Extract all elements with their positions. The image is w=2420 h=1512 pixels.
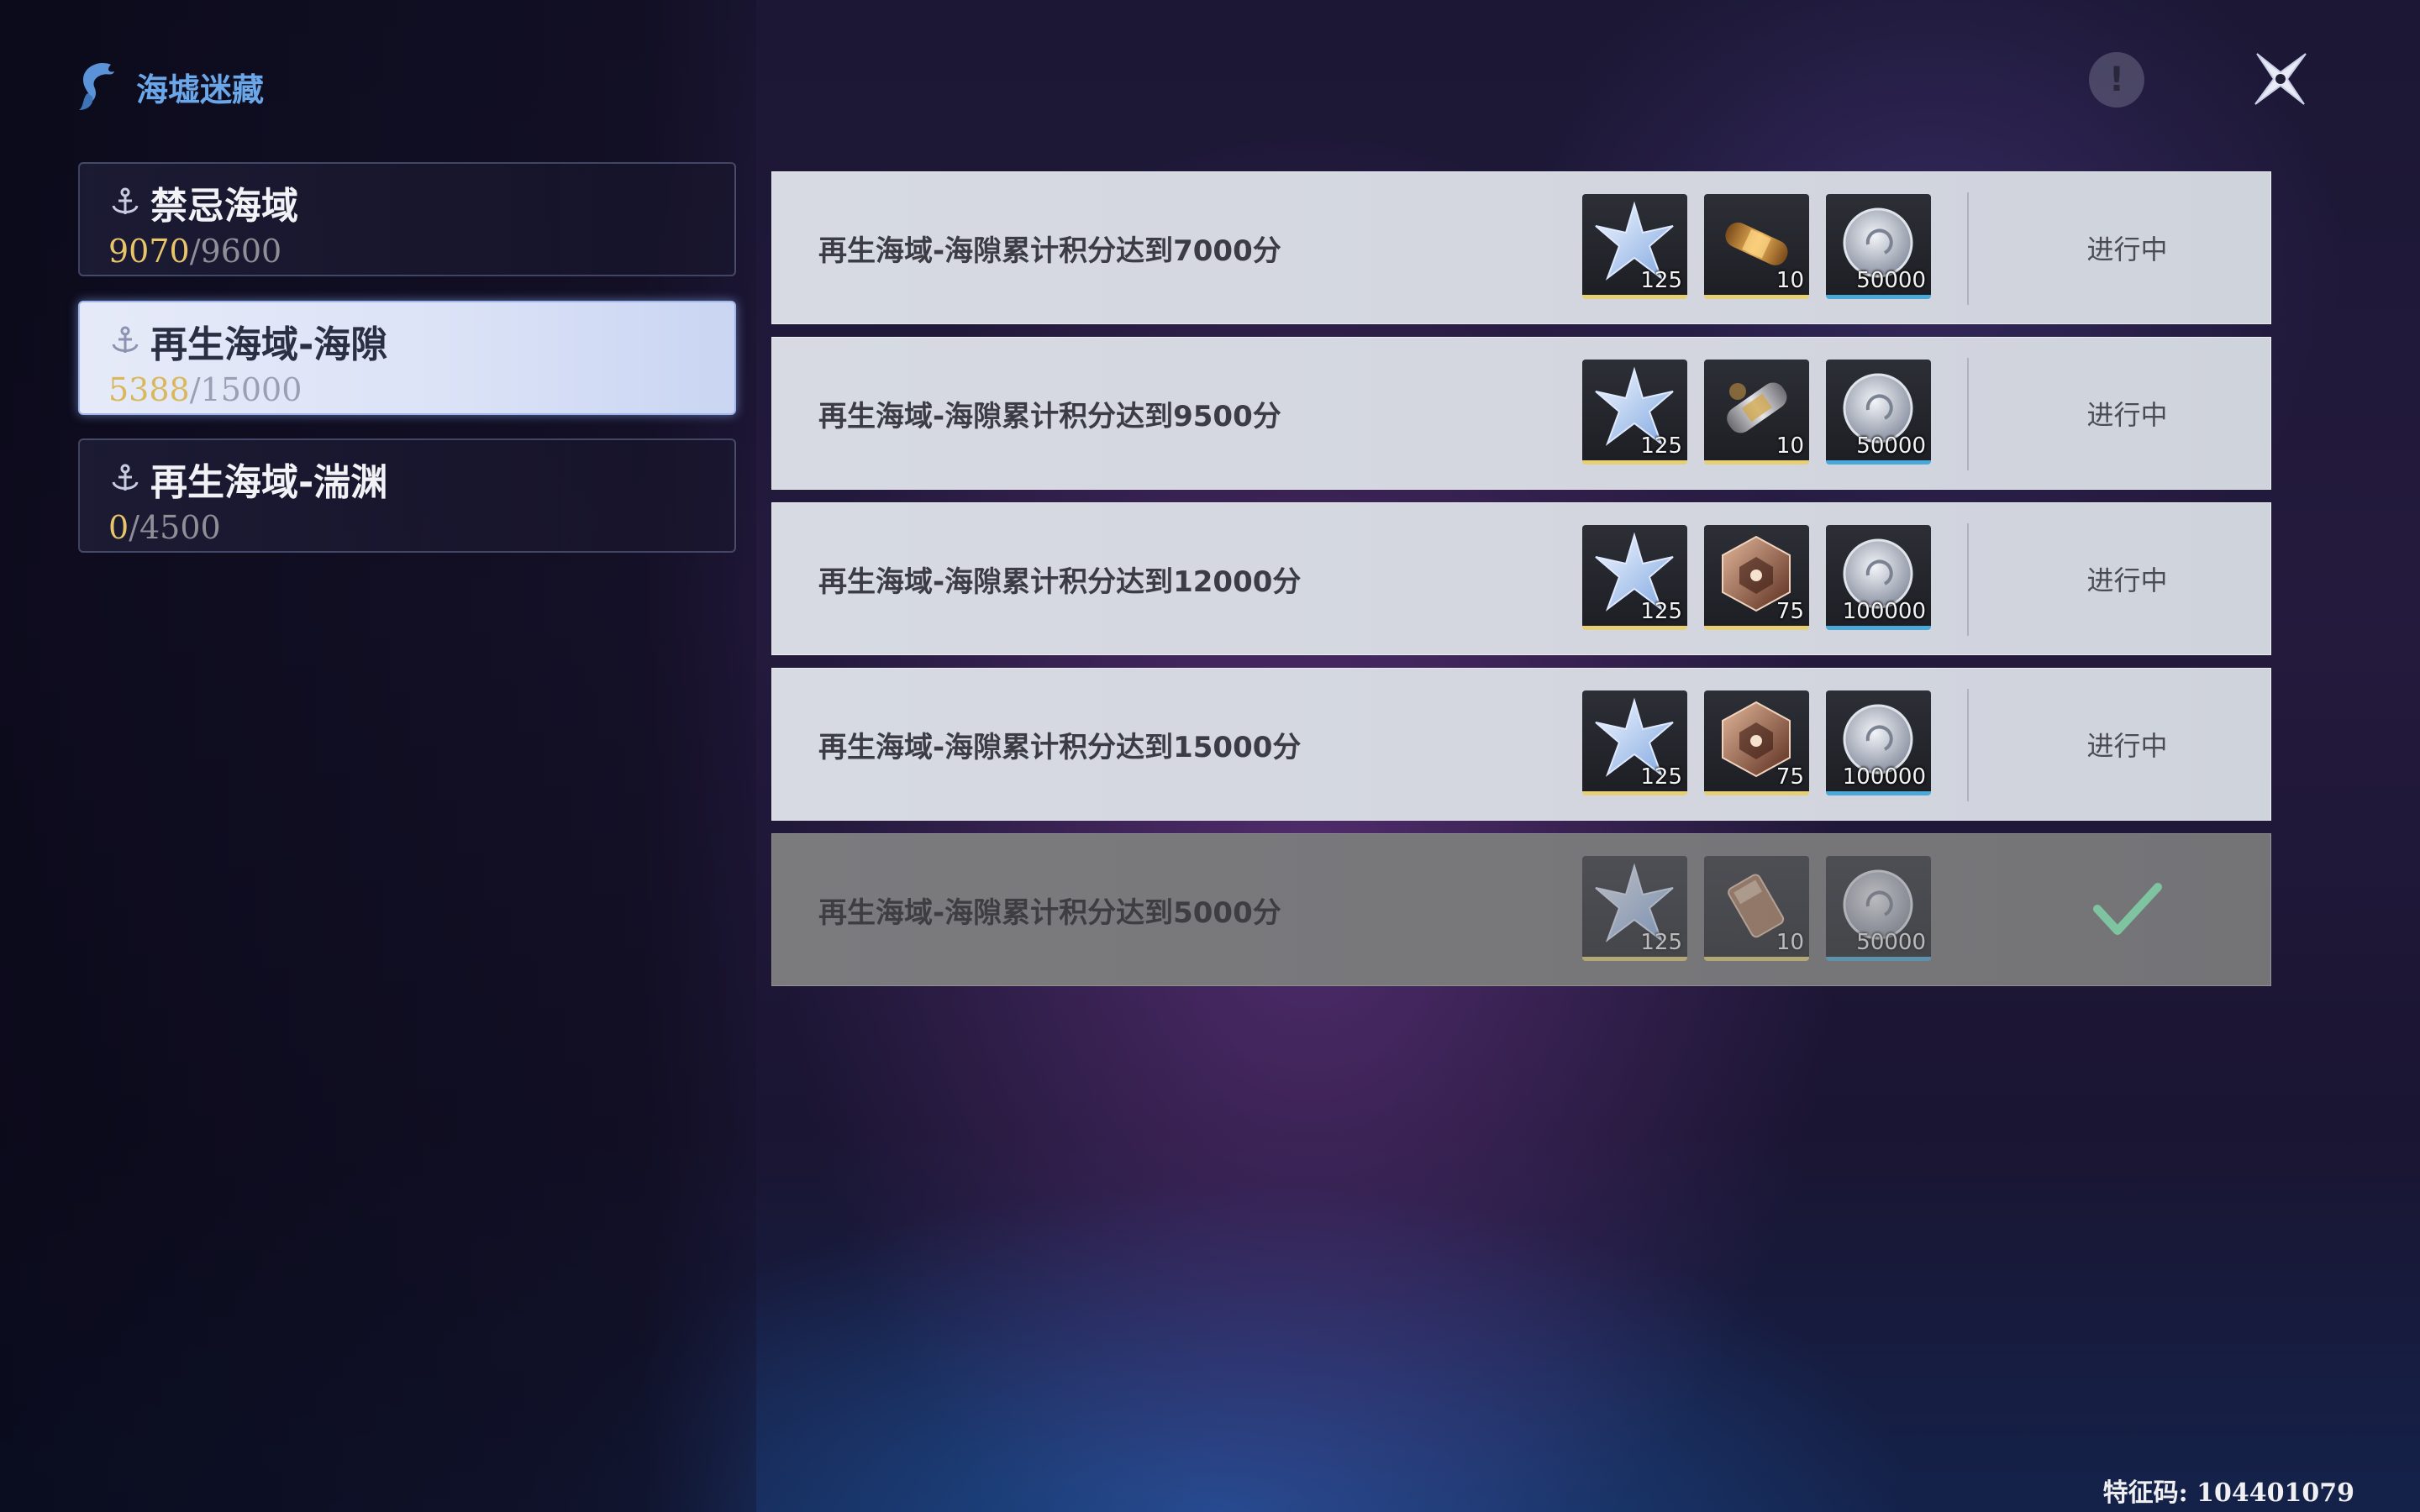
reward-count: 50000 [1856, 930, 1926, 955]
task-status-completed [1982, 834, 2272, 985]
divider [1967, 523, 1969, 636]
task-status: 进行中 [2086, 730, 2168, 762]
reward-item[interactable]: 125 [1582, 525, 1687, 630]
reward-count: 10 [1776, 930, 1804, 955]
region-name: 再生海域-湍渊 [150, 461, 388, 504]
reward-item[interactable]: 50000 [1826, 194, 1931, 299]
task-description: 再生海域-海隙累计积分达到5000分 [818, 895, 1281, 930]
reward-item[interactable]: 75 [1704, 525, 1809, 630]
region-item-forbidden-sea[interactable]: 禁忌海域 9070/9600 [78, 162, 736, 276]
task-row: 再生海域-海隙累计积分达到7000分 125 10 50000 进行中 [771, 171, 2271, 324]
anchor-icon [112, 326, 139, 353]
reward-item[interactable]: 100000 [1826, 525, 1931, 630]
reward-count: 100000 [1842, 599, 1926, 624]
divider [1967, 854, 1969, 967]
divider [1967, 358, 1969, 470]
reward-item[interactable]: 125 [1582, 690, 1687, 795]
info-icon: ! [2108, 60, 2125, 99]
close-icon [2254, 53, 2307, 105]
reward-count: 10 [1776, 268, 1804, 293]
task-row: 再生海域-海隙累计积分达到9500分 125 10 50000 进行中 [771, 337, 2271, 490]
task-status: 进行中 [2086, 399, 2168, 431]
region-name: 再生海域-海隙 [150, 323, 388, 366]
task-description: 再生海域-海隙累计积分达到7000分 [818, 234, 1281, 268]
reward-count: 50000 [1856, 433, 1926, 459]
reward-count: 125 [1640, 433, 1682, 459]
task-list: 再生海域-海隙累计积分达到7000分 125 10 50000 进行中 再生海域… [771, 171, 2271, 999]
region-score: 5388/15000 [108, 371, 302, 408]
reward-list: 125 10 50000 [1582, 360, 1931, 465]
reward-count: 125 [1640, 930, 1682, 955]
region-score: 9070/9600 [108, 233, 282, 270]
reward-list: 125 75 100000 [1582, 690, 1931, 795]
page-title: 海墟迷藏 [136, 71, 265, 108]
task-status: 进行中 [2086, 234, 2168, 265]
reward-count: 75 [1776, 764, 1804, 790]
reward-list: 125 75 100000 [1582, 525, 1931, 630]
reward-item[interactable]: 10 [1704, 194, 1809, 299]
reward-item[interactable]: 50000 [1826, 360, 1931, 465]
region-item-reborn-sea-abyss[interactable]: 再生海域-湍渊 0/4500 [78, 438, 736, 553]
reward-list: 125 10 50000 [1582, 194, 1931, 299]
reward-item[interactable]: 10 [1704, 360, 1809, 465]
divider [1967, 192, 1969, 305]
page-header: 海墟迷藏 [76, 59, 264, 114]
checkmark-icon [2092, 883, 2162, 935]
region-score: 0/4500 [108, 509, 221, 546]
reward-item[interactable]: 50000 [1826, 856, 1931, 961]
task-description: 再生海域-海隙累计积分达到9500分 [818, 399, 1281, 433]
task-status: 进行中 [2086, 564, 2168, 596]
reward-count: 100000 [1842, 764, 1926, 790]
reward-item[interactable]: 125 [1582, 360, 1687, 465]
region-item-reborn-sea-gap[interactable]: 再生海域-海隙 5388/15000 [78, 301, 736, 415]
close-button[interactable] [2249, 47, 2312, 111]
reward-item[interactable]: 125 [1582, 194, 1687, 299]
sea-dragon-icon [79, 63, 114, 110]
reward-item[interactable]: 10 [1704, 856, 1809, 961]
anchor-icon [112, 464, 139, 491]
task-row-completed: 再生海域-海隙累计积分达到5000分 125 10 50000 [771, 833, 2271, 986]
task-row: 再生海域-海隙累计积分达到15000分 125 75 100000 进行中 [771, 668, 2271, 821]
reward-list: 125 10 50000 [1582, 856, 1931, 961]
reward-count: 10 [1776, 433, 1804, 459]
reward-count: 75 [1776, 599, 1804, 624]
reward-count: 125 [1640, 268, 1682, 293]
task-description: 再生海域-海隙累计积分达到12000分 [818, 564, 1302, 599]
feature-code: 特征码: 104401079 [2102, 1478, 2354, 1508]
reward-item[interactable]: 125 [1582, 856, 1687, 961]
divider [1967, 689, 1969, 801]
reward-item[interactable]: 75 [1704, 690, 1809, 795]
reward-count: 50000 [1856, 268, 1926, 293]
reward-item[interactable]: 100000 [1826, 690, 1931, 795]
region-name: 禁忌海域 [150, 185, 298, 228]
info-button[interactable]: ! [2089, 52, 2144, 108]
task-description: 再生海域-海隙累计积分达到15000分 [818, 730, 1302, 764]
reward-count: 125 [1640, 599, 1682, 624]
reward-count: 125 [1640, 764, 1682, 790]
task-row: 再生海域-海隙累计积分达到12000分 125 75 100000 进行中 [771, 502, 2271, 655]
anchor-icon [112, 187, 139, 214]
